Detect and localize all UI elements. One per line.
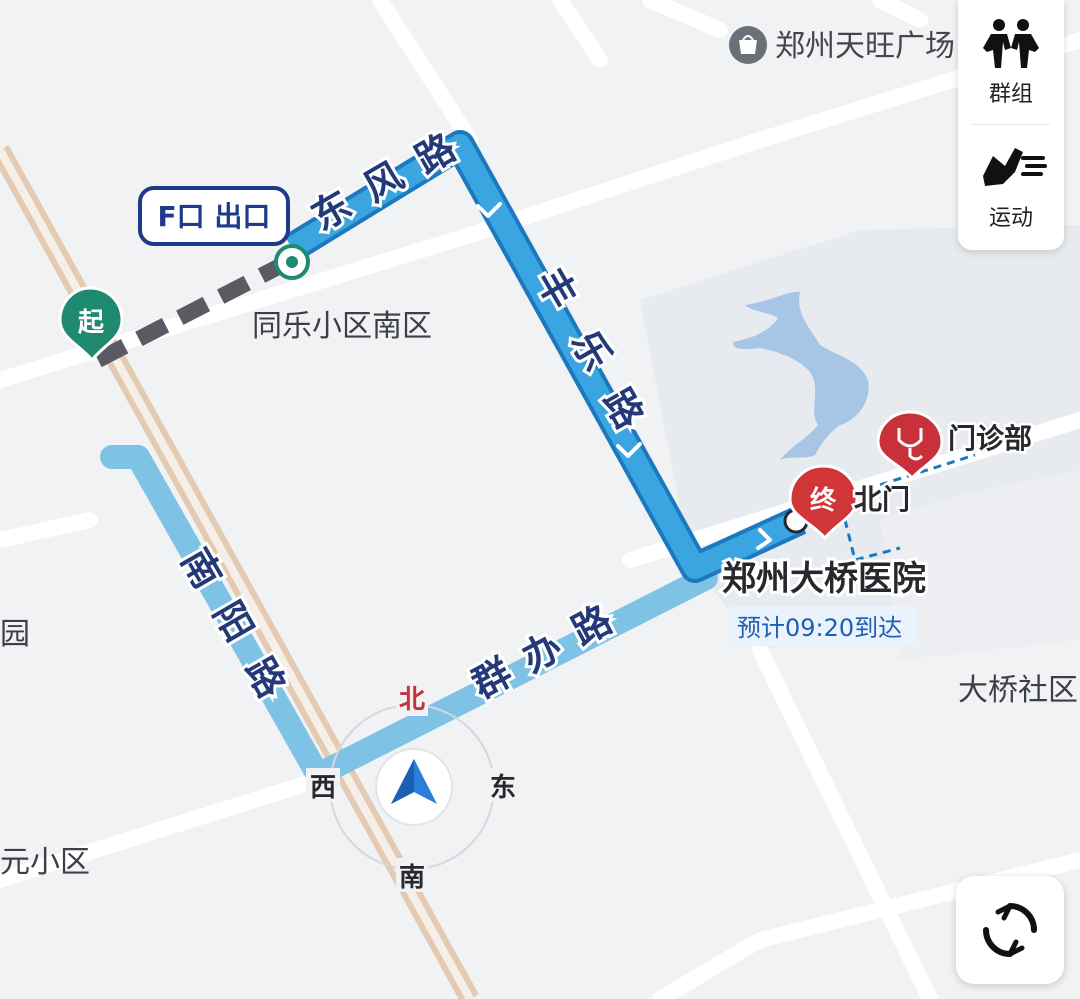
map-canvas[interactable]: 郑州天旺广场 东 风 路 丰 乐 路 南 阳 路 群 办 路 F口 出口 同乐小… [0,0,1080,999]
north-gate-label[interactable]: 北门 [852,481,913,519]
group-label: 群组 [988,82,1033,107]
refresh-icon [983,903,1037,957]
running-shoe-icon [983,148,1047,186]
compass-east-label: 东 [490,772,516,803]
exit-tag-label: F口 出口 [158,200,271,233]
poi-top-label[interactable]: 郑州天旺广场 [775,29,955,64]
start-marker-label: 起 [78,308,105,338]
clinic-label[interactable]: 门诊部 [946,420,1035,458]
group-icon [983,19,1039,68]
left-partial-label-2: 元小区 [0,845,90,880]
compass-south-label: 南 [399,863,425,893]
daqiao-community-label[interactable]: 大桥社区 [958,673,1078,708]
group-button[interactable]: 群组 [958,4,1064,122]
destination-name[interactable]: 郑州大桥医院 [719,556,929,602]
sport-label: 运动 [988,206,1033,231]
compass-north-label: 北 [399,685,425,715]
compass-west-label: 西 [310,773,336,803]
sport-button[interactable]: 运动 [958,128,1064,246]
community-tongle-label[interactable]: 同乐小区南区 [252,309,432,344]
left-partial-label-1: 园 [0,617,30,652]
refresh-button[interactable] [956,876,1064,984]
eta-label: 预计09:20到达 [737,614,902,642]
side-panel: 群组 运动 [958,0,1064,250]
end-marker-label: 终 [810,485,837,516]
